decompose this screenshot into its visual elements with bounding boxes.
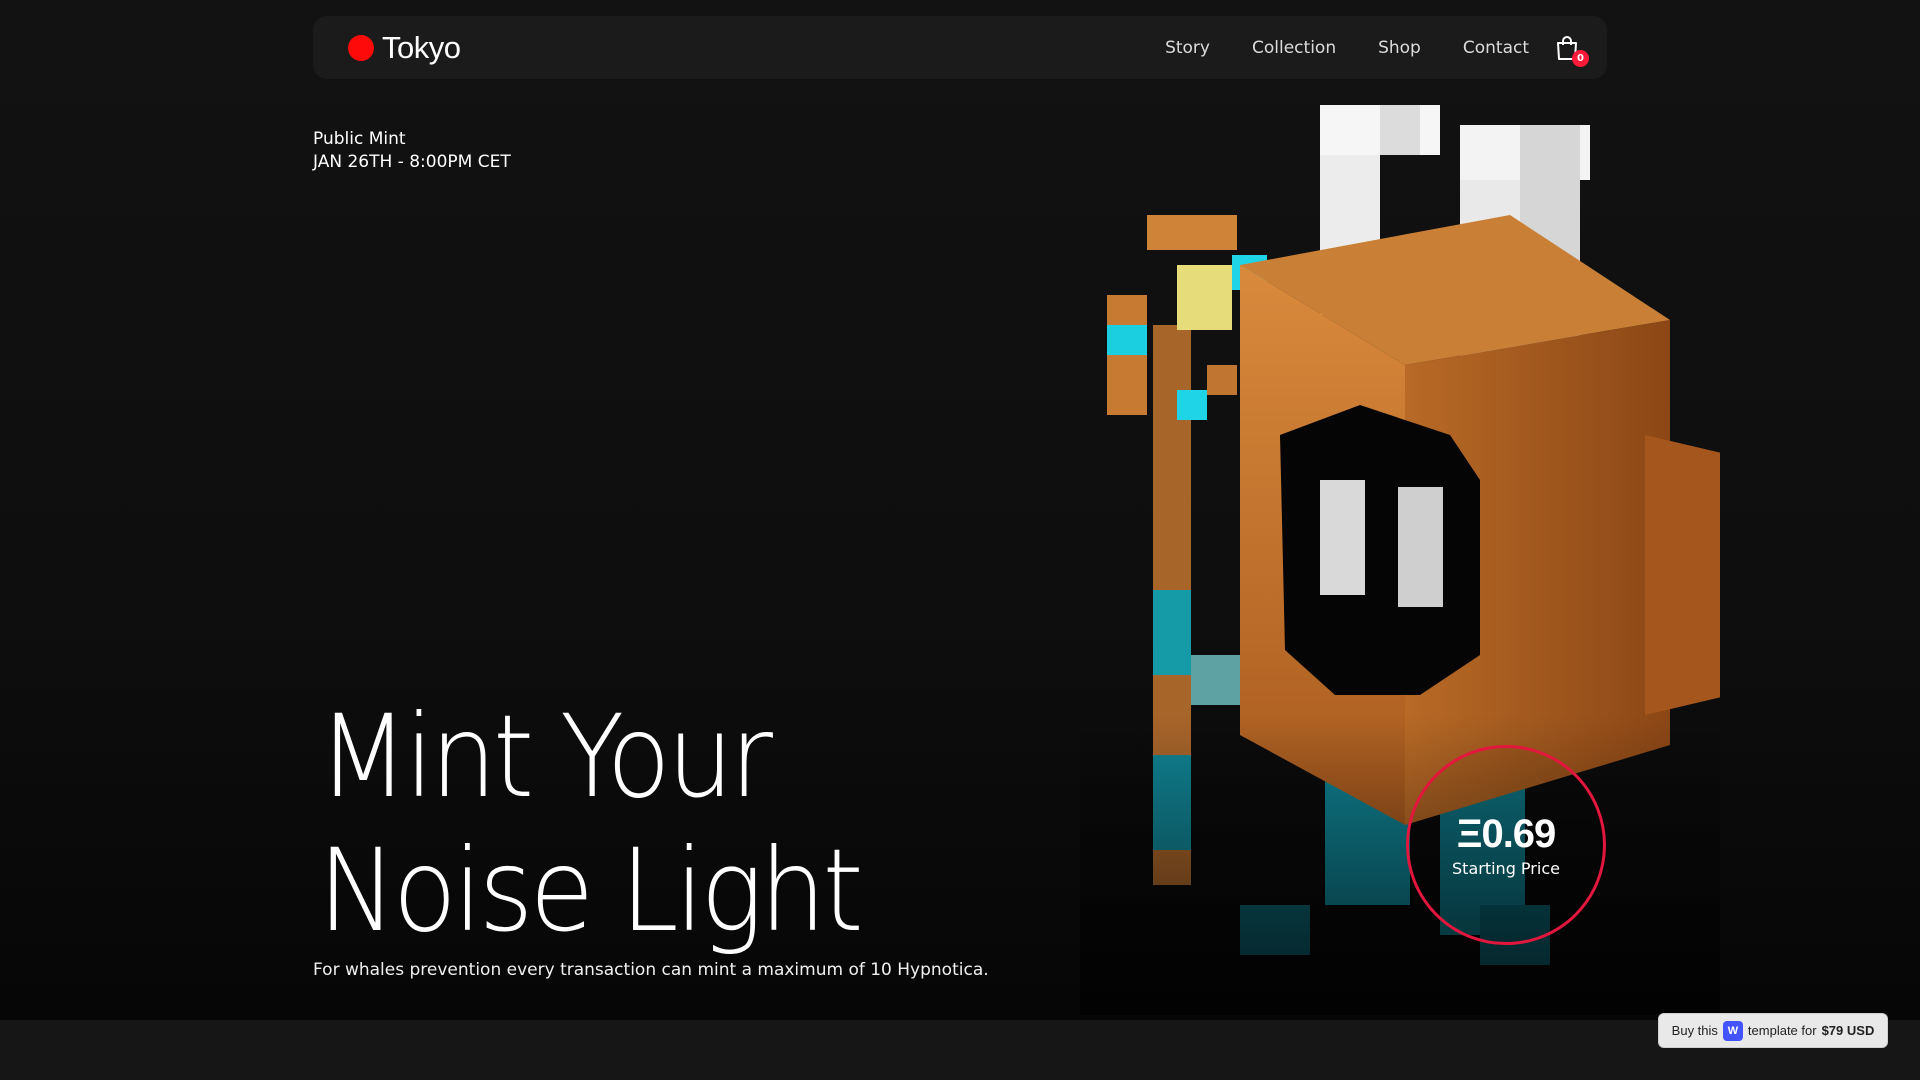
price-value: Ξ0.69	[1456, 812, 1557, 856]
webflow-logo-icon: W	[1722, 1020, 1743, 1041]
headline-line-2: Noise Light	[318, 824, 864, 957]
nav-link-story[interactable]: Story	[1165, 38, 1210, 58]
cart-button[interactable]: 0	[1555, 35, 1589, 67]
top-navigation: Tokyo Story Collection Shop Contact 0	[313, 16, 1607, 79]
voxel-character-image	[1080, 105, 1720, 1015]
hero-headline: Mint Your Noise Light	[318, 690, 864, 958]
buy-template-badge[interactable]: Buy this W template for $79 USD	[1658, 1013, 1888, 1048]
brand-logo[interactable]: Tokyo	[348, 29, 461, 66]
headline-line-1: Mint Your	[318, 690, 773, 823]
cart-count-badge: 0	[1572, 49, 1589, 67]
brand-dot-icon	[348, 34, 374, 61]
hero-section: Tokyo Story Collection Shop Contact 0 Pu…	[0, 0, 1920, 1020]
buy-middle: template for	[1747, 1023, 1817, 1038]
footer-band	[0, 1020, 1920, 1080]
mint-label: Public Mint	[313, 129, 406, 149]
nav-link-shop[interactable]: Shop	[1378, 38, 1421, 58]
hero-subtext: For whales prevention every transaction …	[313, 960, 989, 980]
mint-date: JAN 26TH - 8:00PM CET	[313, 152, 511, 172]
price-label: Starting Price	[1452, 859, 1560, 878]
buy-price: $79 USD	[1821, 1023, 1875, 1038]
nav-links: Story Collection Shop Contact 0	[1165, 35, 1589, 67]
mint-info: Public Mint JAN 26TH - 8:00PM CET	[313, 128, 511, 174]
brand-name: Tokyo	[382, 29, 461, 65]
nav-link-collection[interactable]: Collection	[1252, 38, 1336, 58]
starting-price-badge: Ξ0.69 Starting Price	[1406, 745, 1606, 945]
nav-link-contact[interactable]: Contact	[1463, 38, 1529, 58]
buy-prefix: Buy this	[1671, 1023, 1718, 1038]
